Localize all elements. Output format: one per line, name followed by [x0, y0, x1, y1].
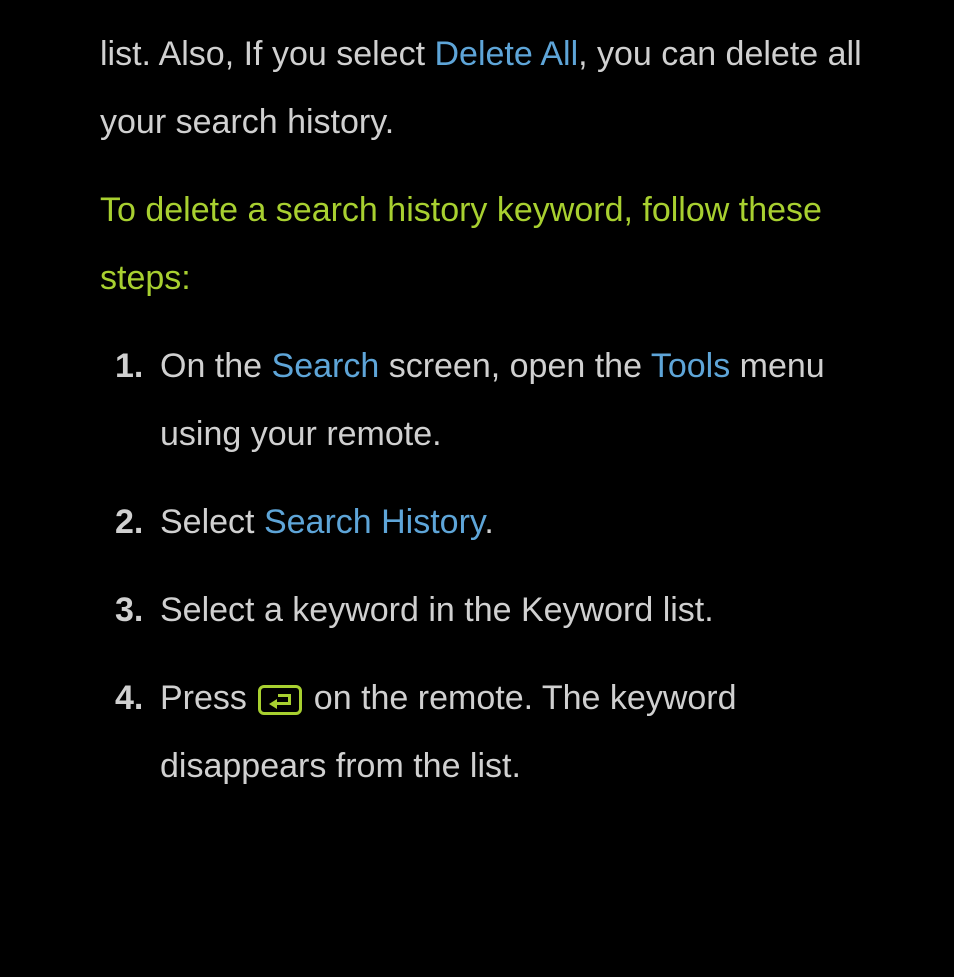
step-1: On the Search screen, open the Tools men… — [115, 332, 874, 468]
step-4-text-1: Press — [160, 679, 256, 717]
intro-text-1: list. Also, If you select — [100, 35, 434, 73]
search-keyword: Search — [272, 347, 380, 385]
search-history-keyword: Search History — [264, 503, 484, 541]
delete-all-keyword: Delete All — [434, 35, 578, 73]
step-3: Select a keyword in the Keyword list. — [115, 576, 874, 644]
step-3-text: Select a keyword in the Keyword list. — [160, 591, 714, 629]
enter-button-icon — [258, 685, 302, 715]
step-4: Press on the remote. The keyword disappe… — [115, 664, 874, 800]
tools-keyword: Tools — [651, 347, 730, 385]
step-2: Select Search History. — [115, 488, 874, 556]
instruction-heading: To delete a search history keyword, foll… — [100, 176, 874, 312]
step-1-text-2: screen, open the — [379, 347, 651, 385]
step-2-text-1: Select — [160, 503, 264, 541]
step-2-text-2: . — [484, 503, 493, 541]
intro-paragraph: list. Also, If you select Delete All, yo… — [100, 20, 874, 156]
step-1-text-1: On the — [160, 347, 272, 385]
steps-list: On the Search screen, open the Tools men… — [100, 332, 874, 800]
